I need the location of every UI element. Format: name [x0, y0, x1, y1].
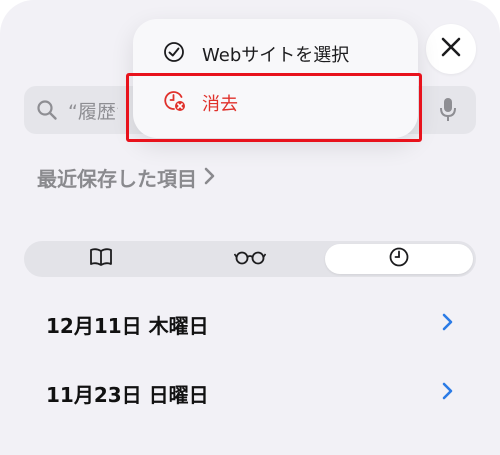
history-row-label: 12月11日 木曜日 — [46, 313, 209, 338]
select-websites-label: Webサイトを選択 — [202, 45, 350, 66]
segment-bookmarks[interactable] — [27, 244, 175, 274]
recently-saved-link[interactable]: 最近保存した項目 — [37, 163, 215, 192]
checkmark-circle-icon — [163, 41, 185, 67]
segment-history[interactable] — [325, 244, 473, 274]
chevron-right-icon — [203, 166, 215, 190]
history-row-label: 11月23日 日曜日 — [46, 382, 209, 407]
glasses-icon — [233, 248, 267, 270]
search-placeholder: “履歴”を — [68, 101, 118, 123]
annotation-highlight-box — [126, 73, 422, 142]
search-icon — [36, 99, 58, 125]
close-icon — [440, 36, 462, 62]
recently-saved-label: 最近保存した項目 — [37, 167, 197, 191]
segment-reading-list[interactable] — [176, 244, 324, 274]
close-button[interactable] — [426, 24, 476, 74]
history-row[interactable]: 11月23日 日曜日 — [0, 365, 500, 421]
microphone-icon[interactable] — [440, 97, 456, 127]
chevron-right-icon — [441, 313, 453, 335]
chevron-right-icon — [441, 382, 453, 404]
clock-icon — [388, 246, 410, 272]
view-segmented-control — [24, 241, 476, 277]
book-icon — [89, 247, 113, 271]
select-websites-menu-item[interactable]: Webサイトを選択 — [133, 29, 418, 79]
history-row[interactable]: 12月11日 木曜日 — [0, 296, 500, 352]
